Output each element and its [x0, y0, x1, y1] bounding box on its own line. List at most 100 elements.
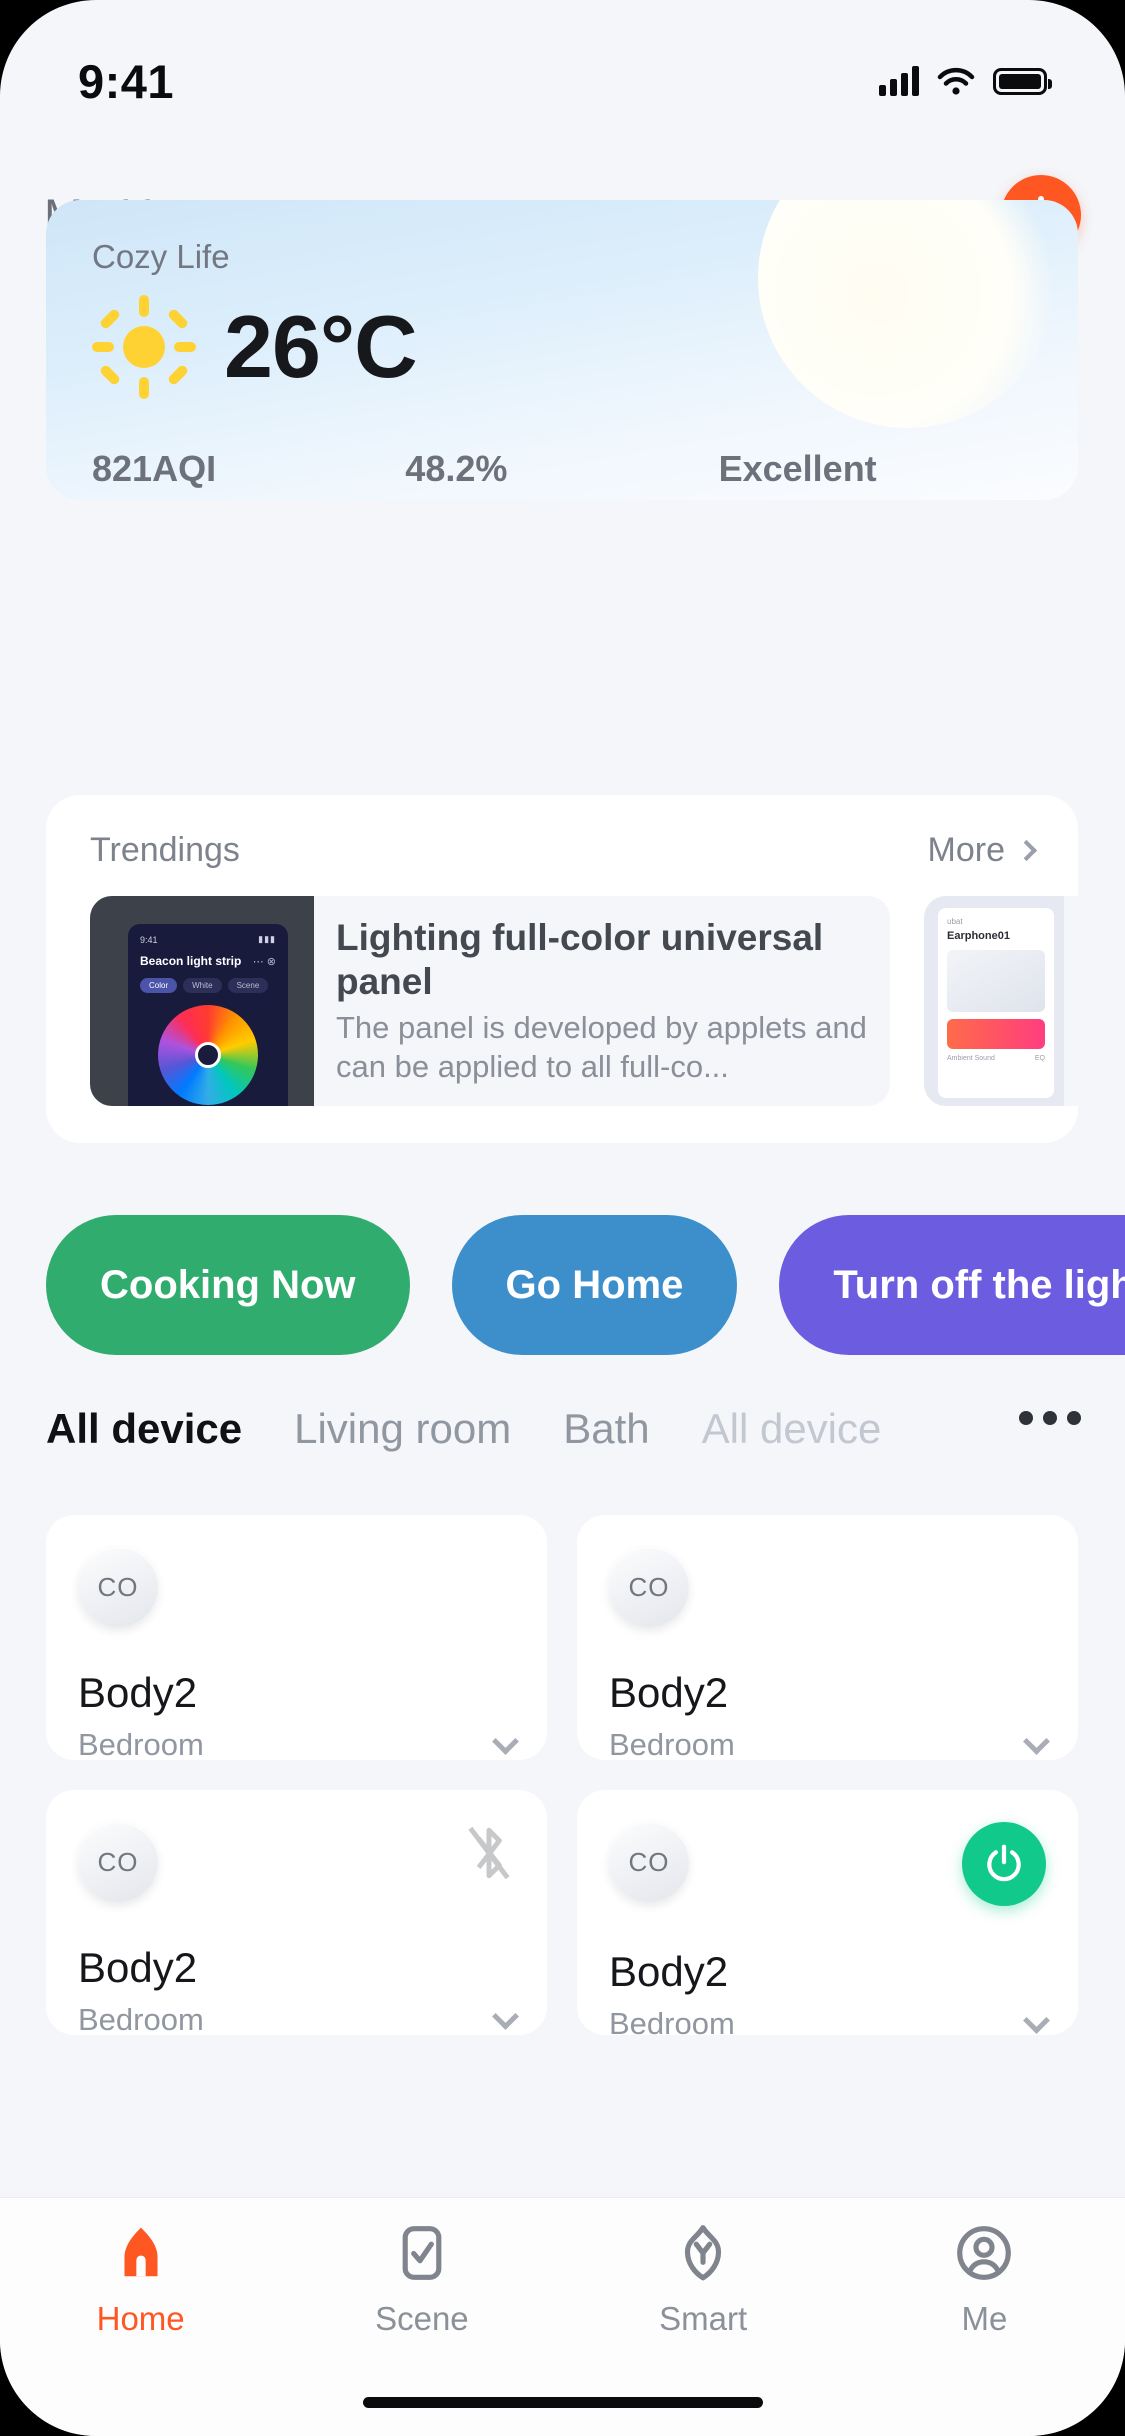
- room-tab-living-room[interactable]: Living room: [294, 1405, 511, 1453]
- co-sensor-icon: CO: [609, 1822, 689, 1902]
- device-name: Body2: [78, 1669, 198, 1716]
- scene-label: Go Home: [505, 1262, 684, 1307]
- mini-status-time: 9:41: [140, 934, 158, 945]
- bluetooth-off-icon[interactable]: [463, 1822, 515, 1884]
- nav-label: Home: [96, 2300, 185, 2337]
- weather-section: Cozy Life 26°C 821AQI Hom: [46, 200, 1078, 500]
- room-tab-all-device[interactable]: All device: [46, 1405, 242, 1453]
- co-sensor-icon: CO: [609, 1547, 689, 1627]
- power-icon: [987, 1844, 1021, 1882]
- mini-status-icons: ▮▮▮: [258, 934, 276, 944]
- mini-device-name: Beacon light strip: [140, 954, 242, 968]
- user-circle-icon: [957, 2226, 1012, 2280]
- power-toggle-button[interactable]: [962, 1822, 1046, 1906]
- home-icon: [124, 2227, 158, 2277]
- trending-title: Lighting full-color universal panel: [336, 917, 824, 1002]
- device-card[interactable]: CO Body2 Bedroom: [46, 1790, 547, 2037]
- battery-icon: [993, 67, 1052, 95]
- stat-air-quality: Excellent Outdoor Air Quality: [719, 448, 1032, 500]
- device-grid: CO Body2 Bedroom CO Body2 Bedroom CO Bod…: [46, 1515, 1078, 2041]
- trending-thumbnail: ubat Earphone01 Ambient Sound EQ: [924, 896, 1064, 1106]
- trendings-card: Trendings More 9:41 ▮▮▮ Beacon light str…: [46, 795, 1078, 1143]
- wifi-icon: [937, 67, 975, 95]
- device-name-label: Earphone01: [947, 930, 1010, 942]
- co-sensor-icon: CO: [78, 1822, 158, 1902]
- stat-pm25: 821AQI Home PM2.5: [92, 448, 405, 500]
- stat-value: 48.2%: [405, 448, 508, 489]
- trending-item[interactable]: 9:41 ▮▮▮ Beacon light strip ⋯ ⊗ Color Wh…: [90, 896, 890, 1106]
- stat-humidity: 48.2% Home Humidity: [405, 448, 718, 500]
- co-sensor-icon: CO: [78, 1547, 158, 1627]
- temperature-row: 26°C: [92, 295, 418, 399]
- status-icons: [879, 66, 1052, 96]
- trending-item[interactable]: ubat Earphone01 Ambient Sound EQ: [924, 896, 1078, 1106]
- trendings-header: Trendings More: [46, 795, 1078, 870]
- nav-item-smart[interactable]: Smart: [563, 2222, 844, 2338]
- greeting-label: Cozy Life: [92, 238, 230, 275]
- room-tab-all-device-2[interactable]: All device: [702, 1405, 882, 1453]
- scene-turn-off-the-light[interactable]: Turn off the light: [779, 1215, 1125, 1355]
- stat-label: Home PM2.5: [92, 499, 405, 500]
- mini-phone-preview: 9:41 ▮▮▮ Beacon light strip ⋯ ⊗ Color Wh…: [128, 924, 288, 1106]
- device-card[interactable]: CO Body2 Bedroom: [46, 1515, 547, 1762]
- trendings-title: Trendings: [90, 831, 240, 869]
- trendings-list[interactable]: 9:41 ▮▮▮ Beacon light strip ⋯ ⊗ Color Wh…: [46, 870, 1078, 1106]
- sun-glow-decor: [758, 200, 1058, 428]
- eq-label: EQ: [1034, 1055, 1045, 1062]
- chevron-down-icon[interactable]: [492, 2002, 519, 2030]
- earphone-preview: ubat Earphone01 Ambient Sound EQ: [938, 908, 1054, 1098]
- scene-cooking-now[interactable]: Cooking Now: [46, 1215, 410, 1355]
- device-room: Bedroom: [609, 2006, 735, 2041]
- scene-label: Cooking Now: [100, 1262, 356, 1307]
- chevron-down-icon[interactable]: [1023, 1727, 1050, 1755]
- scene-shortcuts: Cooking Now Go Home Turn off the light: [46, 1215, 1125, 1355]
- trending-text: Lighting full-color universal panel The …: [314, 896, 890, 1106]
- device-room: Bedroom: [609, 1727, 735, 1762]
- stat-label: Home Humidity: [405, 499, 718, 500]
- room-tabs-more-button[interactable]: [995, 1411, 1081, 1425]
- color-wheel-icon: [158, 1005, 258, 1105]
- device-card[interactable]: CO Body2 Bedroom: [577, 1515, 1078, 1762]
- scene-go-home[interactable]: Go Home: [451, 1215, 738, 1355]
- ambient-sound-badge: [947, 1019, 1045, 1049]
- trendings-more-link[interactable]: More: [927, 831, 1038, 870]
- room-tab-bath[interactable]: Bath: [563, 1405, 649, 1453]
- nav-item-scene[interactable]: Scene: [281, 2222, 562, 2338]
- device-room: Bedroom: [78, 1727, 204, 1762]
- temperature-value: 26°C: [224, 297, 418, 396]
- status-time: 9:41: [78, 54, 175, 108]
- trending-thumbnail: 9:41 ▮▮▮ Beacon light strip ⋯ ⊗ Color Wh…: [90, 896, 314, 1106]
- device-name: Body2: [78, 1944, 198, 1991]
- nav-item-home[interactable]: Home: [0, 2222, 281, 2338]
- mini-tab: Scene: [227, 978, 269, 993]
- room-tabs: All device Living room Bath All device: [46, 1405, 1125, 1453]
- device-room: Bedroom: [78, 2002, 204, 2037]
- more-label: More: [927, 831, 1005, 869]
- smart-shield-icon: [685, 2225, 722, 2281]
- stat-value: Excellent: [718, 448, 877, 489]
- trending-description: The panel is developed by applets and ca…: [336, 1010, 867, 1085]
- device-card[interactable]: CO Body2 Bedroom: [577, 1790, 1078, 2041]
- nav-label: Scene: [375, 2300, 469, 2337]
- check-square-icon: [402, 2226, 442, 2280]
- sun-icon: [92, 295, 196, 399]
- chevron-right-icon: [1015, 839, 1038, 862]
- nav-label: Smart: [659, 2300, 748, 2337]
- weather-stats: 821AQI Home PM2.5 48.2% Home Humidity Ex…: [92, 448, 1032, 500]
- mini-tab: Color: [140, 978, 178, 993]
- brand-label: ubat: [947, 917, 963, 926]
- chevron-down-icon[interactable]: [492, 1727, 519, 1755]
- stat-value: 821AQI: [92, 448, 217, 489]
- chevron-down-icon[interactable]: [1023, 2006, 1050, 2034]
- weather-card[interactable]: Cozy Life 26°C 821AQI Hom: [46, 200, 1078, 500]
- nav-item-me[interactable]: Me: [844, 2222, 1125, 2338]
- ambient-label: Ambient Sound: [947, 1055, 995, 1062]
- device-name: Body2: [609, 1669, 729, 1716]
- mini-tabs: Color White Scene: [140, 978, 276, 993]
- mini-tab: White: [183, 978, 222, 993]
- scene-label: Turn off the light: [833, 1262, 1125, 1307]
- nav-label: Me: [961, 2300, 1008, 2337]
- ellipsis-icon: ⋯ ⊗: [252, 955, 276, 968]
- earbud-image: [947, 950, 1045, 1012]
- status-bar: 9:41: [0, 0, 1125, 140]
